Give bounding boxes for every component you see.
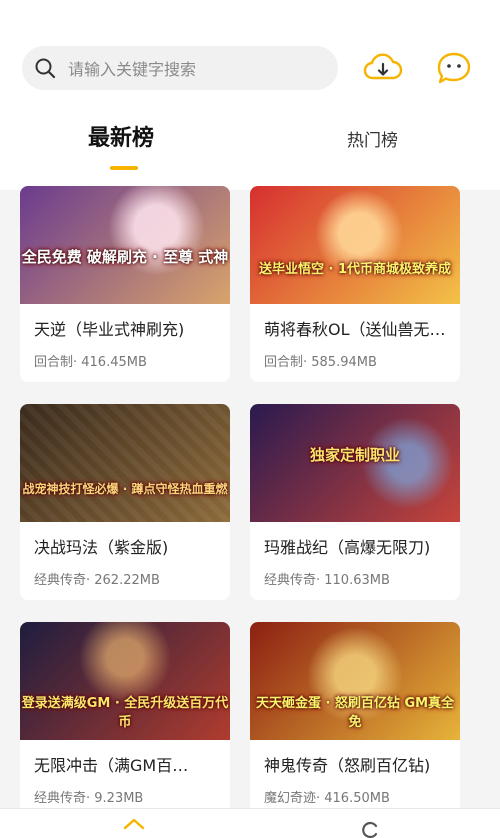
active-tab-indicator — [110, 166, 138, 170]
tab-popular[interactable]: 热门榜 — [347, 126, 398, 151]
game-meta: 经典传奇· 110.63MB — [264, 573, 390, 588]
top-header: 请输入关键字搜索 最新榜 热门榜 — [0, 0, 500, 190]
game-thumbnail[interactable]: 全民免费 破解刷充 · 至尊 式神 — [20, 186, 230, 304]
message-bubble-icon[interactable] — [434, 48, 474, 88]
ranking-tabs: 最新榜 热门榜 — [0, 110, 500, 170]
game-art-text: 战宠神技打怪必爆 · 蹲点守怪热血重燃 — [22, 482, 228, 496]
game-title: 无限冲击（满GM百… — [34, 756, 189, 775]
game-card[interactable]: 登录送满级GM · 全民升级送百万代币 无限冲击（满GM百… 经典传奇· 9.2… — [20, 622, 230, 818]
game-meta: 经典传奇· 262.22MB — [34, 573, 160, 588]
game-card[interactable]: 全民免费 破解刷充 · 至尊 式神 天逆（毕业式神刷充) 回合制· 416.45… — [20, 186, 230, 382]
game-art-text: 登录送满级GM · 全民升级送百万代币 — [21, 696, 229, 730]
home-icon[interactable] — [122, 817, 146, 838]
game-title: 玛雅战纪（高爆无限刀) — [264, 538, 431, 557]
game-card[interactable]: 送毕业悟空 · 1代币商城极致养成 萌将春秋OL（送仙兽无… 回合制· 585.… — [250, 186, 460, 382]
game-meta: 魔幻奇迹· 416.50MB — [264, 791, 390, 806]
game-thumbnail[interactable]: 天天砸金蛋 · 怒刷百亿钻 GM真全免 — [250, 622, 460, 740]
game-thumbnail[interactable]: 送毕业悟空 · 1代币商城极致养成 — [250, 186, 460, 304]
search-icon — [22, 46, 68, 90]
game-title: 天逆（毕业式神刷充) — [34, 320, 185, 339]
game-meta: 经典传奇· 9.23MB — [34, 791, 144, 806]
refresh-icon[interactable] — [358, 817, 382, 838]
game-thumbnail[interactable]: 登录送满级GM · 全民升级送百万代币 — [20, 622, 230, 740]
search-bar[interactable]: 请输入关键字搜索 — [22, 46, 338, 90]
game-card[interactable]: 天天砸金蛋 · 怒刷百亿钻 GM真全免 神鬼传奇（怒刷百亿钻) 魔幻奇迹· 41… — [250, 622, 460, 818]
game-art-text: 独家定制职业 — [309, 446, 400, 464]
game-title: 决战玛法（紫金版) — [34, 538, 169, 557]
game-thumbnail[interactable]: 战宠神技打怪必爆 · 蹲点守怪热血重燃 — [20, 404, 230, 522]
game-thumbnail[interactable]: 独家定制职业 — [250, 404, 460, 522]
game-title: 神鬼传奇（怒刷百亿钻) — [264, 756, 431, 775]
game-title: 萌将春秋OL（送仙兽无… — [264, 320, 446, 339]
game-art-text: 全民免费 破解刷充 · 至尊 式神 — [21, 248, 229, 266]
search-placeholder: 请输入关键字搜索 — [68, 60, 197, 79]
game-card[interactable]: 独家定制职业 玛雅战纪（高爆无限刀) 经典传奇· 110.63MB — [250, 404, 460, 600]
download-cloud-icon[interactable] — [363, 48, 403, 88]
game-meta: 回合制· 416.45MB — [34, 355, 147, 370]
game-art-text: 送毕业悟空 · 1代币商城极致养成 — [258, 262, 452, 277]
tab-latest[interactable]: 最新榜 — [88, 120, 154, 152]
game-card[interactable]: 战宠神技打怪必爆 · 蹲点守怪热血重燃 决战玛法（紫金版) 经典传奇· 262.… — [20, 404, 230, 600]
game-meta: 回合制· 585.94MB — [264, 355, 377, 370]
game-art-text: 天天砸金蛋 · 怒刷百亿钻 GM真全免 — [255, 696, 455, 730]
bottom-nav — [0, 808, 500, 838]
